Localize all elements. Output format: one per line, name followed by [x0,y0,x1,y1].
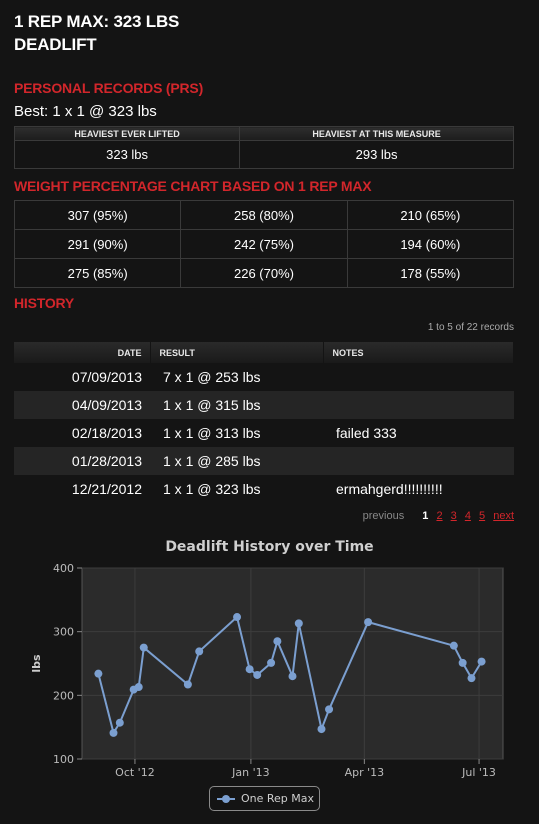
chart-title: Deadlift History over Time [165,539,374,555]
percentage-cell: 178 (55%) [346,258,515,288]
table-row[interactable]: 12/21/2012 1 x 1 @ 323 lbs ermahgerd!!!!… [14,475,514,503]
y-tick-label: 300 [53,626,74,639]
pager-previous[interactable]: previous [363,510,405,522]
history-result: 1 x 1 @ 323 lbs [150,475,323,503]
x-tick-label: Jan '13 [231,766,269,779]
pager-page-4[interactable]: 4 [465,510,471,522]
history-date: 07/09/2013 [14,363,150,391]
history-notes: failed 333 [323,419,514,447]
data-point [267,658,276,667]
history-date: 12/21/2012 [14,475,150,503]
percentage-cell: 242 (75%) [180,229,348,259]
data-point [317,725,326,734]
pager-page-2[interactable]: 2 [436,510,442,522]
percentage-row: 275 (85%) 226 (70%) 178 (55%) [13,258,515,288]
records-count: 1 to 5 of 22 records [427,322,514,333]
legend-label: One Rep Max [241,792,315,805]
prs-heading: PERSONAL RECORDS (PRS) [14,80,204,96]
plot-area [81,567,504,760]
data-point [195,647,204,656]
history-date: 02/18/2013 [14,419,150,447]
percentage-heading: WEIGHT PERCENTAGE CHART BASED ON 1 REP M… [14,178,372,194]
y-axis-label: lbs [30,654,43,673]
prs-value-heaviest-measure: 293 lbs [239,140,514,169]
history-chart: 100 200 300 400 Oct '12 Jan '13 Apr '13 Jul '13… [30,562,504,779]
chart-legend[interactable]: One Rep Max [209,786,320,811]
history-table: DATE RESULT NOTES 07/09/2013 7 x 1 @ 253… [14,342,514,503]
history-col-date[interactable]: DATE [14,342,151,363]
x-tick-label: Jul '13 [461,766,496,779]
table-row[interactable]: 01/28/2013 1 x 1 @ 285 lbs [14,447,514,475]
y-tick-label: 400 [53,562,74,575]
percentage-cell: 258 (80%) [180,200,348,230]
prs-value-heaviest-ever: 323 lbs [13,140,241,169]
title-max-weight: 1 REP MAX: 323 LBS [14,12,180,31]
pager-page-5[interactable]: 5 [479,510,485,522]
data-point [233,613,242,622]
page-title: 1 REP MAX: 323 LBS DEADLIFT [14,10,179,56]
history-heading: HISTORY [14,295,75,311]
data-point [183,680,192,689]
title-exercise: DEADLIFT [14,35,97,54]
percentage-cell: 275 (85%) [13,258,182,288]
data-point [245,665,254,674]
y-tick-label: 200 [53,689,74,702]
data-point [477,657,486,666]
percentage-row: 307 (95%) 258 (80%) 210 (65%) [13,200,515,230]
data-point [467,674,476,683]
data-point [109,728,118,737]
table-row[interactable]: 07/09/2013 7 x 1 @ 253 lbs [14,363,514,391]
table-row[interactable]: 04/09/2013 1 x 1 @ 315 lbs [14,391,514,419]
history-result: 1 x 1 @ 313 lbs [150,419,323,447]
data-point [288,672,297,681]
table-row[interactable]: 02/18/2013 1 x 1 @ 313 lbs failed 333 [14,419,514,447]
percentage-cell: 291 (90%) [13,229,182,259]
history-date: 01/28/2013 [14,447,150,475]
prs-col-heaviest-measure: HEAVIEST AT THIS MEASURE [239,126,514,141]
percentage-cell: 226 (70%) [180,258,348,288]
history-notes: ermahgerd!!!!!!!!!! [323,475,514,503]
percentage-cell: 307 (95%) [13,200,182,230]
data-point [364,618,373,627]
data-point [325,705,334,714]
percentage-cell: 194 (60%) [346,229,515,259]
history-result: 1 x 1 @ 315 lbs [150,391,323,419]
data-point [273,637,282,646]
history-result: 7 x 1 @ 253 lbs [150,363,323,391]
data-point [139,643,148,652]
x-tick-label: Oct '12 [115,766,155,779]
pager-page-1[interactable]: 1 [422,510,428,522]
prs-col-heaviest-ever: HEAVIEST EVER LIFTED [13,126,241,141]
percentage-row: 291 (90%) 242 (75%) 194 (60%) [13,229,515,259]
pager-page-3[interactable]: 3 [451,510,457,522]
history-result: 1 x 1 @ 285 lbs [150,447,323,475]
history-col-notes[interactable]: NOTES [323,342,514,363]
prs-table: HEAVIEST EVER LIFTED HEAVIEST AT THIS ME… [13,126,514,169]
data-point [115,718,124,727]
data-point [449,641,458,650]
data-point [94,669,103,678]
pagination: previous 1 2 3 4 5 next [358,510,514,522]
percentage-table: 307 (95%) 258 (80%) 210 (65%) 291 (90%) … [13,200,515,288]
x-tick-label: Apr '13 [345,766,385,779]
history-notes [323,391,514,419]
percentage-cell: 210 (65%) [346,200,515,230]
data-point [253,670,262,679]
data-point [134,683,143,692]
history-date: 04/09/2013 [14,391,150,419]
pager-next[interactable]: next [493,510,514,522]
history-notes [323,363,514,391]
legend-line-marker-icon [217,794,235,804]
history-notes [323,447,514,475]
y-tick-label: 100 [53,753,74,766]
best-record: Best: 1 x 1 @ 323 lbs [14,103,157,120]
data-point [458,658,467,667]
history-col-result[interactable]: RESULT [150,342,324,363]
data-point [294,619,303,628]
